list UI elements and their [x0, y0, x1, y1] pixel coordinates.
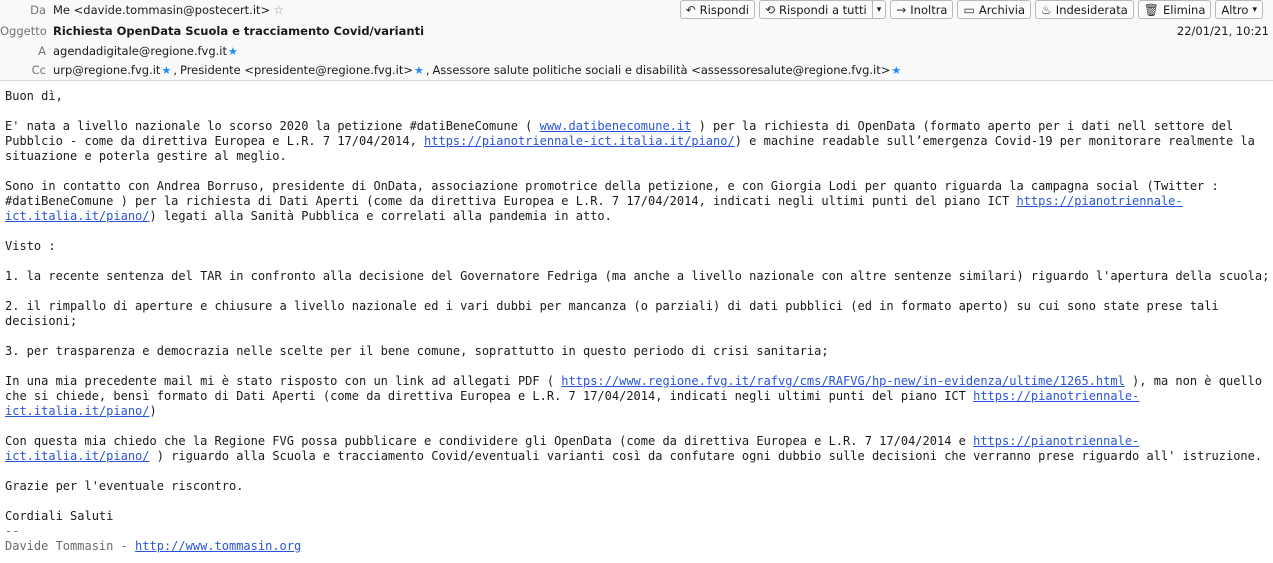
paragraph-petition: E' nata a livello nazionale lo scorso 20… — [5, 119, 1270, 164]
text-segment: ) legati alla Sanità Pubblica e correlat… — [149, 209, 612, 223]
cc-label: Cc — [31, 63, 46, 77]
signature-name: Davide Tommasin - — [5, 539, 136, 553]
contact-star-icon: ★ — [891, 63, 902, 77]
forward-button[interactable]: → Inoltra — [890, 0, 954, 19]
text-segment: E' nata a livello nazionale lo scorso 20… — [5, 119, 540, 133]
junk-button[interactable]: ♨ Indesiderata — [1035, 0, 1134, 19]
reply-button[interactable]: ↶ Rispondi — [679, 0, 755, 19]
from-value[interactable]: Me <davide.tommasin@postecert.it> — [53, 3, 270, 17]
more-button[interactable]: Altro ▾ — [1215, 0, 1263, 19]
trash-icon: 🗑 — [1143, 2, 1159, 17]
archive-box-icon: ▭ — [963, 2, 975, 17]
cc-separator: , — [173, 63, 177, 77]
signature-separator: -- — [5, 524, 20, 538]
junk-label: Indesiderata — [1055, 2, 1128, 17]
cc-recipient-2[interactable]: Presidente <presidente@regione.fvg.it> — [180, 63, 413, 77]
forward-label: Inoltra — [910, 2, 948, 17]
list-item-2: 2. il rimpallo di aperture e chiusure a … — [5, 299, 1219, 328]
message-toolbar: ↶ Rispondi ⟲ Rispondi a tutti ▾ → Inoltr… — [679, 0, 1263, 20]
paragraph-previous-mail: In una mia precedente mail mi è stato ri… — [5, 374, 1270, 419]
closing: Cordiali Saluti — [5, 509, 114, 523]
reply-all-label: Rispondi a tutti — [779, 2, 867, 17]
to-recipient[interactable]: agendadigitale@regione.fvg.it — [53, 44, 227, 58]
message-date: 22/01/21, 10:21 — [1176, 24, 1269, 38]
contact-star-icon: ★ — [161, 63, 172, 77]
signature: Davide Tommasin - http://www.tommasin.or… — [5, 539, 1270, 554]
subject-value: Richiesta OpenData Scuola e tracciamento… — [53, 24, 425, 38]
reply-all-button[interactable]: ⟲ Rispondi a tutti — [758, 0, 873, 19]
archive-button[interactable]: ▭ Archivia — [957, 0, 1032, 19]
link-datibenecomune[interactable]: www.datibenecomune.it — [540, 119, 692, 133]
text-segment: ) — [149, 404, 157, 418]
message-body: Buon dì, E' nata a livello nazionale lo … — [5, 89, 1270, 554]
link-tommasin[interactable]: http://www.tommasin.org — [135, 539, 301, 553]
archive-label: Archivia — [978, 2, 1026, 17]
cc-recipient-3[interactable]: Assessore salute politiche sociali e dis… — [433, 63, 891, 77]
cc-row: Cc urp@regione.fvg.it ★ , Presidente <pr… — [0, 63, 903, 77]
text-segment: ) riguardo alla Scuola e tracciamento Co… — [149, 449, 1263, 463]
paragraph-request: Con questa mia chiedo che la Regione FVG… — [5, 434, 1270, 464]
reply-all-icon: ⟲ — [764, 2, 776, 17]
flame-icon: ♨ — [1041, 2, 1052, 17]
cc-recipient-1[interactable]: urp@regione.fvg.it — [53, 63, 160, 77]
thanks-line: Grazie per l'eventuale riscontro. — [5, 479, 244, 493]
reply-arrow-icon: ↶ — [685, 2, 696, 17]
reply-all-dropdown[interactable]: ▾ — [872, 0, 887, 19]
contact-star-icon: ★ — [228, 44, 238, 58]
link-regione-fvg[interactable]: https://www.regione.fvg.it/rafvg/cms/RAF… — [561, 374, 1125, 388]
delete-button[interactable]: 🗑 Elimina — [1137, 0, 1212, 19]
more-label: Altro — [1221, 2, 1249, 17]
forward-arrow-icon: → — [896, 2, 907, 17]
to-row: A agendadigitale@regione.fvg.it ★ — [0, 44, 240, 58]
reply-all-group: ⟲ Rispondi a tutti ▾ — [758, 0, 887, 20]
delete-label: Elimina — [1162, 2, 1206, 17]
paragraph-contacts: Sono in contatto con Andrea Borruso, pre… — [5, 179, 1270, 224]
reply-label: Rispondi — [699, 2, 749, 17]
list-item-3: 3. per trasparenza e democrazia nelle sc… — [5, 344, 829, 358]
from-label: Da — [30, 3, 46, 17]
from-row: Da Me <davide.tommasin@postecert.it> ☆ — [0, 3, 284, 17]
star-outline-icon[interactable]: ☆ — [273, 3, 284, 17]
message-header: Da Me <davide.tommasin@postecert.it> ☆ O… — [0, 0, 1273, 81]
text-segment: Con questa mia chiedo che la Regione FVG… — [5, 434, 974, 448]
chevron-down-icon: ▾ — [1252, 4, 1257, 15]
contact-star-icon: ★ — [414, 63, 424, 77]
cc-separator: , — [425, 63, 430, 77]
subject-row: Oggetto Richiesta OpenData Scuola e trac… — [0, 24, 424, 38]
text-segment: In una mia precedente mail mi è stato ri… — [5, 374, 562, 388]
link-piano-triennale[interactable]: https://pianotriennale-ict.italia.it/pia… — [424, 134, 735, 148]
list-item-1: 1. la recente sentenza del TAR in confro… — [5, 269, 1270, 283]
chevron-down-icon: ▾ — [876, 4, 882, 15]
visto-heading: Visto : — [5, 239, 56, 253]
to-label: A — [38, 44, 46, 58]
greeting: Buon dì, — [5, 89, 63, 103]
subject-label: Oggetto — [0, 24, 47, 38]
